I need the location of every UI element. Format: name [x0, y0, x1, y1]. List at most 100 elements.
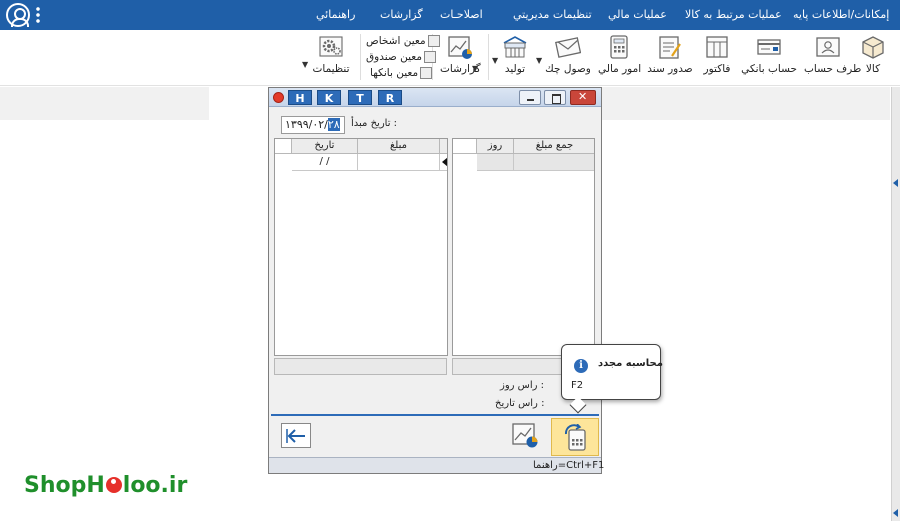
chart-report-button[interactable] [511, 421, 539, 449]
chevron-down-icon[interactable]: ▼ [302, 60, 308, 69]
factory-icon [502, 34, 528, 60]
calculator-icon [606, 34, 632, 60]
info-icon: i [574, 359, 588, 373]
bank-ledger-item[interactable]: معين بانکها [370, 67, 433, 82]
grid-header-sum: جمع مبلغ [514, 139, 594, 154]
days-due-label: راس روز : [500, 380, 545, 391]
grid-cell-amount[interactable] [358, 154, 440, 171]
workspace-panel [601, 87, 890, 120]
menu-financial-ops[interactable]: عمليات مالي [608, 8, 667, 21]
production-label: توليد [504, 63, 526, 75]
right-scrollbar[interactable] [891, 87, 900, 521]
bank-card-icon [756, 34, 782, 60]
back-button[interactable] [281, 423, 311, 448]
gear-icon [318, 34, 344, 60]
chevron-down-icon[interactable]: ▼ [492, 56, 498, 65]
reports-button[interactable]: گزارشات ▼ [440, 34, 481, 82]
chart-report-icon [512, 423, 538, 448]
financial-affairs-label: امور مالي [598, 63, 642, 75]
menu-basic-info[interactable]: إمكانات/اطلاعات پايه [793, 8, 889, 21]
chart-report-icon [447, 34, 473, 60]
bank-ledger-label: معين بانکها [370, 67, 419, 79]
grid-cell-day[interactable] [477, 154, 514, 171]
chevron-down-icon[interactable]: ▼ [472, 64, 478, 73]
chevron-down-icon[interactable]: ▼ [536, 56, 542, 65]
recalculate-tooltip: i محاسبه مجدد F2 [561, 344, 663, 414]
person-ledger-item[interactable]: معين اشخاص [366, 35, 440, 50]
account-party-label: طرف حساب [804, 63, 862, 75]
start-date-label: تاريخ مبدأ : [351, 118, 398, 129]
scroll-arrow-icon[interactable] [893, 179, 898, 187]
menu-admin-settings[interactable]: تنظيمات مديريتي [513, 8, 592, 21]
tooltip-title: محاسبه مجدد [598, 358, 663, 369]
toolbar-divider [360, 34, 361, 80]
grid-footer-left [274, 358, 447, 375]
logo-text-part1: ShopH [24, 473, 105, 498]
dialog-separator [271, 414, 599, 416]
hk-button-k[interactable]: K [317, 90, 341, 105]
row-pointer-icon [442, 157, 447, 167]
amount-grid[interactable]: تاريخ مبلغ / / [274, 138, 448, 356]
goods-button[interactable]: کالا [858, 34, 888, 82]
cheque-receipt-button[interactable]: وصول چك ▼ [536, 34, 592, 82]
top-menubar: إمكانات/اطلاعات پايه عمليات مرتبط به کال… [0, 0, 900, 30]
bank-account-button[interactable]: حساب بانکي [741, 34, 797, 82]
menu-reports[interactable]: گزارشات [380, 8, 423, 21]
tooltip-shortcut: F2 [571, 380, 584, 391]
issue-voucher-button[interactable]: صدور سند [647, 34, 693, 82]
toolbar-divider [488, 34, 489, 80]
date-due-label: راس تاريخ : [495, 398, 545, 409]
invoice-button[interactable]: فاکتور [702, 34, 732, 82]
goods-label: کالا [865, 63, 881, 75]
hk-button-r[interactable]: R [378, 90, 402, 105]
user-avatar-icon[interactable] [6, 3, 30, 27]
account-party-button[interactable]: طرف حساب [804, 34, 862, 82]
menu-corrections[interactable]: اصلاحـات [440, 8, 483, 21]
hk-button-h[interactable]: H [288, 90, 312, 105]
grid-cell-date[interactable]: / / [292, 154, 358, 171]
daily-sum-grid[interactable]: روز جمع مبلغ [452, 138, 595, 356]
grid-footer [274, 358, 594, 375]
person-ledger-icon [427, 35, 440, 47]
invoice-icon [704, 34, 730, 60]
hk-button-t[interactable]: T [348, 90, 372, 105]
toolbar-ribbon: کالا طرف حساب حساب بانکي فاکتور صدور سند… [0, 30, 900, 86]
date-value-prefix: ۱۳۹۹/۰۲/ [285, 118, 328, 131]
settings-button[interactable]: تنظيمات ▼ [302, 34, 352, 82]
production-button[interactable]: توليد ▼ [492, 34, 530, 82]
financial-affairs-button[interactable]: امور مالي [598, 34, 642, 82]
red-dot-icon[interactable] [273, 92, 284, 103]
box-icon [860, 34, 886, 60]
help-shortcut-text: راهنما=Ctrl+F1 [533, 460, 605, 471]
recalculate-button[interactable] [551, 418, 599, 456]
grid-row-indicator [440, 154, 447, 171]
more-options-icon[interactable] [36, 6, 40, 24]
workspace-panel [0, 87, 209, 120]
cashbox-ledger-label: معين صندوق [366, 51, 423, 63]
start-date-field[interactable]: ۱۳۹۹/۰۲/۲۸ [281, 116, 345, 134]
contact-card-icon [815, 34, 841, 60]
close-button[interactable] [570, 90, 596, 105]
scroll-arrow-icon[interactable] [893, 509, 898, 517]
bank-account-label: حساب بانکي [741, 63, 797, 75]
logo-text-part2: loo.ir [122, 473, 188, 498]
dialog-titlebar[interactable]: H K T R [269, 88, 601, 107]
envelope-icon [555, 34, 582, 60]
menu-help[interactable]: راهنمائي [316, 8, 355, 21]
maximize-button[interactable] [544, 90, 566, 105]
date-summary-dialog: H K T R ۱۳۹۹/۰۲/۲۸ تاريخ مبدأ : تاريخ مب… [268, 87, 605, 474]
person-ledger-label: معين اشخاص [366, 35, 426, 47]
issue-voucher-label: صدور سند [647, 63, 693, 75]
grid-header-indicator [440, 139, 447, 154]
cashbox-ledger-item[interactable]: معين صندوق [366, 51, 437, 66]
settings-label: تنظيمات [312, 63, 350, 75]
minimize-button[interactable] [519, 90, 541, 105]
shopholoo-logo: ShopH loo.ir [24, 473, 187, 498]
grid-cell-sum[interactable] [514, 154, 594, 171]
bank-ledger-icon [420, 67, 433, 79]
date-value-selected: ۲۸ [327, 118, 340, 131]
logo-tomato-icon [105, 477, 122, 493]
dialog-statusbar: راهنما=Ctrl+F1 [269, 457, 605, 473]
recalculate-icon [564, 424, 586, 451]
menu-goods-ops[interactable]: عمليات مرتبط به کالا [685, 8, 782, 21]
